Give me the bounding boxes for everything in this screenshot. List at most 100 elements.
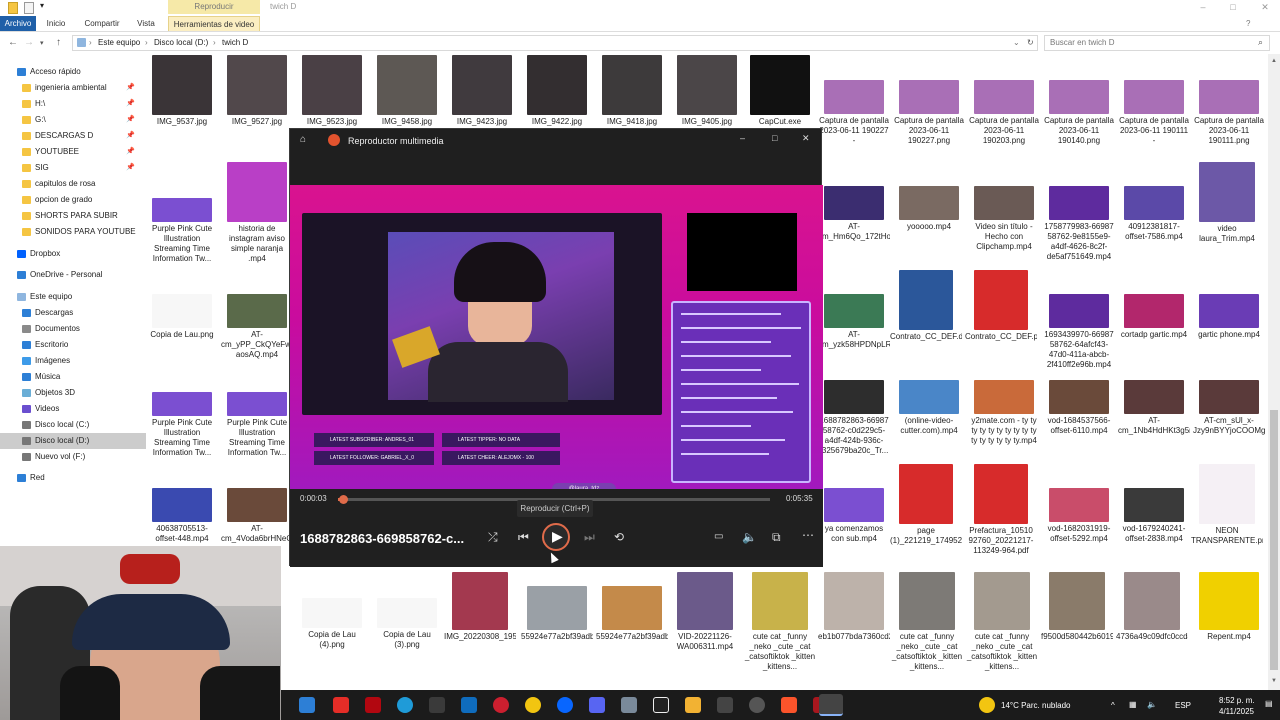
file-thumbnail[interactable] xyxy=(974,80,1034,114)
nav-item-sonidos-para-youtube[interactable]: SONIDOS PARA YOUTUBE xyxy=(0,224,146,240)
file-thumbnail[interactable] xyxy=(1199,294,1259,328)
file-thumbnail[interactable] xyxy=(824,186,884,220)
file-name[interactable]: cortadp gartic.mp4 xyxy=(1118,330,1190,340)
tab-video-tools[interactable]: Herramientas de video xyxy=(168,16,260,31)
file-name[interactable]: Captura de pantalla 2023-06-11 190140.pn… xyxy=(1043,116,1115,146)
close-icon[interactable]: ✕ xyxy=(1250,0,1280,14)
file-name[interactable]: 4736a49c09dfc0ccd45cbb4f8b5f1ae7.mp4 xyxy=(1116,632,1188,642)
facebook-icon[interactable] xyxy=(557,697,573,713)
file-thumbnail[interactable] xyxy=(227,162,287,222)
file-thumbnail[interactable] xyxy=(302,55,362,115)
file-thumbnail[interactable] xyxy=(974,380,1034,414)
file-thumbnail[interactable] xyxy=(527,55,587,115)
file-name[interactable]: 1688782863-66987 58762-c0d229c5-a4df-424… xyxy=(818,416,890,456)
file-name[interactable]: AT-cm_1Nb4HdHKt3g5r9WyUhzUnw.mp4 xyxy=(1118,416,1190,436)
home-icon[interactable]: ⌂ xyxy=(300,134,306,145)
file-name[interactable]: page (1)_221219_174952.pdf xyxy=(890,526,962,546)
file-thumbnail[interactable] xyxy=(677,572,733,630)
file-explorer-icon[interactable] xyxy=(685,697,701,713)
file-name[interactable]: IMG_9405.jpg xyxy=(671,117,743,127)
file-thumbnail[interactable] xyxy=(152,294,212,328)
clock-date[interactable]: 4/11/2025 xyxy=(1219,707,1254,716)
up-icon[interactable]: ↑ xyxy=(56,37,61,48)
maximize-icon[interactable]: □ xyxy=(1218,0,1248,14)
file-name[interactable]: IMG_9537.jpg xyxy=(146,117,218,127)
file-thumbnail[interactable] xyxy=(227,488,287,522)
file-name[interactable]: VID-20221126-WA006311.mp4 xyxy=(669,632,741,652)
file-name[interactable]: f9500d580442b6019b98526aa6cd185a.jpeg xyxy=(1041,632,1113,642)
nav-item-videos[interactable]: Videos xyxy=(0,401,146,417)
file-thumbnail[interactable] xyxy=(1199,380,1259,414)
file-name[interactable]: 55924e77a2bf39adbc3e74ab32784cd511.mp4 xyxy=(596,632,668,642)
nav-item-disco-local-c[interactable]: Disco local (C:) xyxy=(0,417,146,433)
file-name[interactable]: eb1b077bda7360cd264cd0115eaf154011.mp4 xyxy=(818,632,890,642)
file-thumbnail[interactable] xyxy=(527,586,587,630)
file-name[interactable]: 1758779983-66987 58762-9e8155e9-a4df-462… xyxy=(1043,222,1115,262)
file-thumbnail[interactable] xyxy=(1049,80,1109,114)
file-thumbnail[interactable] xyxy=(974,270,1028,330)
nav-item-opcion-de-grado[interactable]: opcion de grado xyxy=(0,192,146,208)
chrome-icon[interactable] xyxy=(525,697,541,713)
file-name[interactable]: IMG_9523.jpg xyxy=(296,117,368,127)
feather-icon[interactable] xyxy=(429,697,445,713)
nav-item-onedrive-personal[interactable]: OneDrive - Personal xyxy=(0,267,146,283)
file-thumbnail[interactable] xyxy=(1049,294,1109,328)
tab-view[interactable]: Vista xyxy=(132,16,160,31)
clock-time[interactable]: 8:52 p. m. xyxy=(1219,696,1255,705)
file-name[interactable]: Copia de Lau (4).png xyxy=(296,630,368,650)
file-thumbnail[interactable] xyxy=(899,464,953,524)
file-thumbnail[interactable] xyxy=(152,392,212,416)
file-name[interactable]: IMG_9423.jpg xyxy=(446,117,518,127)
nav-item-escritorio[interactable]: Escritorio xyxy=(0,337,146,353)
forward-icon[interactable]: → xyxy=(24,37,34,48)
nav-item-disco-local-d[interactable]: Disco local (D:) xyxy=(0,433,146,449)
netflix-icon[interactable] xyxy=(365,697,381,713)
nav-item-sig[interactable]: SIG 📌 xyxy=(0,160,146,176)
file-thumbnail[interactable] xyxy=(899,186,959,220)
nav-item-red[interactable]: Red xyxy=(0,470,146,486)
file-name[interactable]: IMG_20220308_195609.jpg xyxy=(444,632,516,642)
file-thumbnail[interactable] xyxy=(1199,162,1255,222)
file-thumbnail[interactable] xyxy=(152,198,212,222)
file-name[interactable]: IMG_9458.jpg xyxy=(371,117,443,127)
file-thumbnail[interactable] xyxy=(1049,380,1109,414)
nav-item-descargas-d[interactable]: DESCARGAS D 📌 xyxy=(0,128,146,144)
file-thumbnail[interactable] xyxy=(1124,488,1184,522)
file-name[interactable]: Contrato_CC_DEF.pdf xyxy=(965,332,1037,342)
language-indicator[interactable]: ESP xyxy=(1175,701,1191,710)
file-name[interactable]: vod-1682031919-offset-5292.mp4 xyxy=(1043,524,1115,544)
quick-access-dropdown-icon[interactable]: ▾ xyxy=(40,2,48,14)
file-thumbnail[interactable] xyxy=(1124,80,1184,114)
file-name[interactable]: AT-cm_Hm6Qo_172tHoX38yNMIF9Q.mp4 xyxy=(818,222,890,242)
file-name[interactable]: Captura de pantalla 2023-06-11 190227 - xyxy=(818,116,890,146)
file-name[interactable]: 40912381817-offset-7586.mp4 xyxy=(1118,222,1190,242)
refresh-icon[interactable]: ↻ xyxy=(1027,36,1034,50)
file-thumbnail[interactable] xyxy=(750,55,810,115)
file-thumbnail[interactable] xyxy=(824,488,884,522)
edge-icon[interactable] xyxy=(397,697,413,713)
file-thumbnail[interactable] xyxy=(1199,572,1259,630)
file-thumbnail[interactable] xyxy=(1049,488,1109,522)
nav-item-im-genes[interactable]: Imágenes xyxy=(0,353,146,369)
context-tab-play[interactable]: Reproducir xyxy=(168,0,260,14)
nav-item-h[interactable]: H:\ 📌 xyxy=(0,96,146,112)
youtube-icon[interactable] xyxy=(333,697,349,713)
address-box[interactable]: › Este equipo › Disco local (D:) › twich… xyxy=(72,35,1038,51)
file-name[interactable]: yooooo.mp4 xyxy=(893,222,965,232)
outlook-icon[interactable] xyxy=(461,697,477,713)
video-frame[interactable]: LATEST SUBSCRIBER: ANDRES_01 LATEST TIPP… xyxy=(290,185,823,521)
tiktok-icon[interactable] xyxy=(653,697,669,713)
file-thumbnail[interactable] xyxy=(677,55,737,115)
file-name[interactable]: Prefactura_10510 92760_20221217-113249-9… xyxy=(965,526,1037,556)
nav-item-shorts-para-subir[interactable]: SHORTS PARA SUBIR xyxy=(0,208,146,224)
nav-item-documentos[interactable]: Documentos xyxy=(0,321,146,337)
next-icon[interactable]: ⏭ xyxy=(584,530,595,545)
volume-icon[interactable]: 🔈 xyxy=(742,530,757,544)
file-thumbnail[interactable] xyxy=(899,380,959,414)
file-thumbnail[interactable] xyxy=(824,80,884,114)
file-name[interactable]: IMG_9422.jpg xyxy=(521,117,593,127)
nav-item-m-sica[interactable]: Música xyxy=(0,369,146,385)
file-thumbnail[interactable] xyxy=(899,270,953,330)
tab-home[interactable]: Inicio xyxy=(40,16,72,31)
properties-icon[interactable] xyxy=(24,2,34,14)
